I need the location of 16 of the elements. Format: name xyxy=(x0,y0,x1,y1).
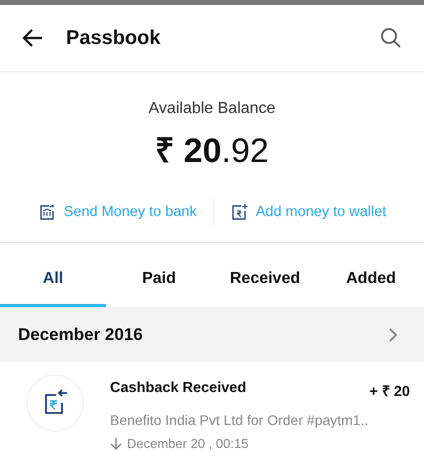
transaction-title: Cashback Received xyxy=(110,380,246,398)
balance-amount: ₹ 20.92 xyxy=(155,131,269,172)
cashback-icon xyxy=(26,374,84,432)
balance-label: Available Balance xyxy=(148,100,276,118)
month-header[interactable]: December 2016 xyxy=(0,308,424,362)
bank-icon xyxy=(38,203,56,221)
transaction-amount: + ₹ 20 xyxy=(369,383,410,400)
search-icon[interactable] xyxy=(380,27,402,49)
chevron-right-icon xyxy=(388,327,398,343)
transaction-description: Benefito India Pvt Ltd for Order #paytm1.. xyxy=(110,412,370,428)
month-label: December 2016 xyxy=(18,325,143,345)
wallet-icon xyxy=(230,203,248,221)
transaction-time: December 20 , 00:15 xyxy=(127,436,248,451)
page-title: Passbook xyxy=(66,26,162,50)
arrow-down-icon xyxy=(110,437,122,450)
back-icon[interactable] xyxy=(22,28,44,48)
